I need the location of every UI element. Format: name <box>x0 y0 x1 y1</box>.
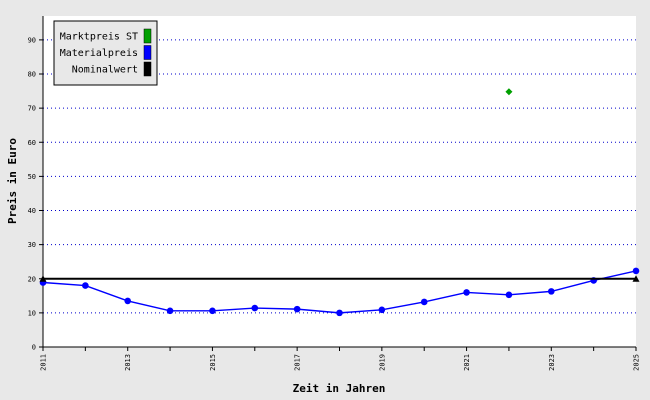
legend-label: Materialpreis <box>60 48 138 59</box>
y-tick-label: 20 <box>28 275 36 283</box>
legend-swatch <box>143 45 152 60</box>
chart: 0 10 20 30 40 50 60 70 80 90 2011 2013 2015 2017 2019… <box>0 0 650 400</box>
data-point <box>505 291 513 299</box>
legend-swatch <box>143 28 152 44</box>
data-point <box>463 289 470 296</box>
data-point <box>166 307 174 315</box>
x-tick-label: 2011 <box>40 354 48 371</box>
y-tick-label: 50 <box>28 173 36 181</box>
x-tick-label: 2025 <box>633 354 641 371</box>
data-point <box>82 282 89 289</box>
data-point <box>336 309 343 317</box>
x-tick-label: 2019 <box>378 354 386 371</box>
data-point <box>632 267 640 275</box>
x-axis-title: Zeit in Jahren <box>293 382 386 395</box>
data-point <box>293 305 301 313</box>
legend-label: Nominalwert <box>72 65 138 76</box>
data-point <box>378 306 386 314</box>
x-tick-label: 2023 <box>548 354 556 371</box>
y-tick-label: 0 <box>32 344 36 352</box>
legend-label: Marktpreis ST <box>60 32 138 43</box>
legend: Marktpreis ST Materialpreis Nominalwert <box>53 20 158 86</box>
data-point <box>420 298 428 306</box>
data-point <box>547 288 555 295</box>
y-tick-label: 80 <box>28 71 36 79</box>
x-tick-label: 2013 <box>124 354 132 371</box>
x-tick-label: 2017 <box>294 354 302 371</box>
y-tick-label: 70 <box>28 105 36 113</box>
data-point <box>124 297 132 305</box>
legend-swatch <box>143 61 152 77</box>
data-point <box>251 304 259 312</box>
y-tick-label: 30 <box>28 241 36 249</box>
y-tick-label: 10 <box>28 309 36 317</box>
y-tick-label: 60 <box>28 139 36 147</box>
y-tick-label: 40 <box>28 207 36 215</box>
x-tick-label: 2021 <box>463 354 471 371</box>
y-tick-label: 90 <box>28 36 36 44</box>
y-axis-title: Preis in Euro <box>6 138 19 224</box>
data-point <box>209 307 216 315</box>
x-tick-label: 2015 <box>209 354 217 371</box>
